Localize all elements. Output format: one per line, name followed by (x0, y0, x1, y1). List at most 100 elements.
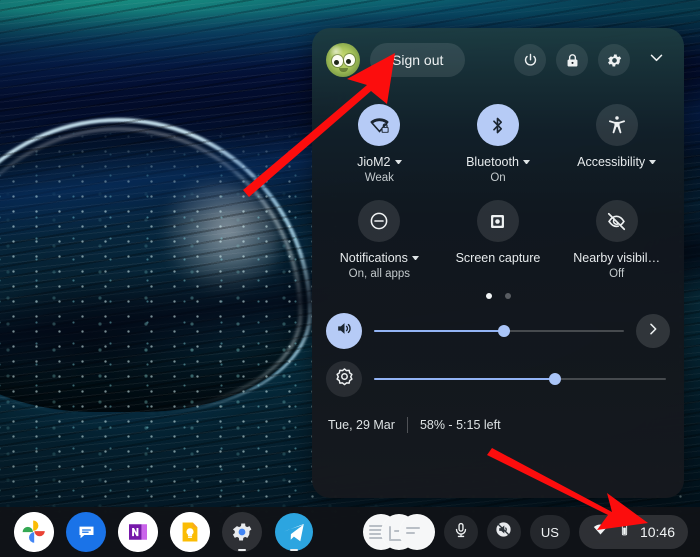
google-keep-icon (170, 512, 210, 552)
do-not-disturb-icon (368, 210, 390, 232)
quick-settings-panel: Sign out JioM2 Weak Bluetooth On Accessi… (312, 28, 684, 498)
tile-accessibility[interactable]: Accessibility (557, 102, 676, 184)
window-preview-stack[interactable] (362, 514, 435, 550)
next-page-button[interactable] (636, 314, 670, 348)
tile-screen-capture-label: Screen capture (455, 251, 541, 265)
volume-slider-fill (374, 330, 504, 332)
shelf-app-google-messages[interactable] (66, 512, 106, 552)
brightness-icon-button[interactable] (326, 361, 362, 397)
shelf-app-settings[interactable] (222, 512, 262, 552)
chevron-down-icon[interactable] (394, 160, 402, 164)
tile-nearby-visibility-sublabel: Off (609, 268, 625, 280)
settings-app-icon (222, 512, 262, 552)
status-tray-button[interactable]: 10:46 (578, 515, 688, 549)
lock-icon (564, 52, 581, 69)
tile-bluetooth[interactable]: Bluetooth On (439, 102, 558, 184)
sign-out-button[interactable]: Sign out (370, 43, 466, 77)
battery-status-label[interactable]: 58% - 5:15 left (420, 418, 501, 432)
chromeos-desktop: Sign out JioM2 Weak Bluetooth On Accessi… (0, 0, 700, 557)
screen-capture-icon (487, 211, 508, 232)
bluetooth-icon (487, 115, 508, 136)
feature-tiles-grid: JioM2 Weak Bluetooth On Accessibility No… (312, 92, 684, 280)
accessibility-icon (606, 114, 628, 136)
quick-settings-header: Sign out (312, 28, 684, 92)
tile-nearby-visibility[interactable]: Nearby visibil… Off (557, 198, 676, 280)
tile-notifications-label: Notifications (339, 251, 408, 265)
chevron-down-icon[interactable] (649, 160, 657, 164)
volume-slider-row (312, 307, 684, 355)
shelf-app-google-keep[interactable] (170, 512, 210, 552)
shelf-app-list (0, 512, 314, 552)
ime-button[interactable]: US (529, 515, 570, 549)
settings-button[interactable] (598, 44, 630, 76)
eye-off-icon (605, 210, 628, 233)
shelf-status-area: US 10:46 (362, 514, 700, 550)
sign-out-label: Sign out (392, 52, 444, 68)
shelf-app-microsoft-onenote[interactable] (118, 512, 158, 552)
avatar[interactable] (326, 43, 360, 77)
tile-network-icon-bg (358, 104, 401, 146)
window-preview-3[interactable] (398, 514, 435, 550)
tile-network-label: JioM2 (357, 155, 391, 169)
volume-muted-icon (494, 520, 513, 544)
volume-slider[interactable] (374, 321, 624, 341)
tile-notifications-label-row: Notifications (340, 251, 419, 265)
tile-bluetooth-label-row: Bluetooth (466, 155, 530, 169)
quick-settings-footer: Tue, 29 Mar 58% - 5:15 left (312, 403, 684, 433)
wifi-locked-icon (368, 114, 391, 137)
tile-network[interactable]: JioM2 Weak (320, 102, 439, 184)
pagination-dots (312, 293, 684, 299)
collapse-button[interactable] (642, 46, 670, 74)
tile-accessibility-label-row: Accessibility (577, 155, 657, 169)
tile-screen-capture-icon-bg (476, 200, 519, 242)
microsoft-onenote-icon (118, 512, 158, 552)
avatar-mouth (339, 68, 348, 72)
microphone-button[interactable] (443, 515, 478, 549)
wifi-icon (592, 521, 609, 543)
tile-network-sublabel: Weak (364, 172, 394, 184)
power-button[interactable] (514, 44, 546, 76)
avatar-pupil-left (334, 60, 339, 65)
footer-divider (406, 417, 408, 433)
tile-notifications-sublabel: On, all apps (348, 268, 411, 280)
tile-nearby-visibility-label-row: Nearby visibil… (573, 251, 660, 265)
shelf-app-google-photos[interactable] (14, 512, 54, 552)
volume-slider-thumb[interactable] (498, 325, 510, 337)
volume-up-icon (335, 319, 354, 343)
tile-accessibility-icon-bg (595, 104, 638, 146)
brightness-slider-thumb[interactable] (549, 373, 562, 385)
google-photos-icon (14, 512, 54, 552)
page-dot-1[interactable] (485, 293, 492, 299)
volume-toggle-button[interactable] (326, 313, 362, 349)
date-label[interactable]: Tue, 29 Mar (328, 418, 395, 432)
clock-label: 10:46 (639, 524, 675, 540)
brightness-slider[interactable] (374, 369, 666, 389)
tile-network-label-row: JioM2 (357, 155, 402, 169)
ime-label: US (540, 524, 559, 540)
lock-button[interactable] (556, 44, 588, 76)
app-running-indicator (238, 548, 246, 551)
shelf-app-telegram[interactable] (274, 512, 314, 552)
volume-button[interactable] (486, 515, 521, 549)
tile-notifications-icon-bg (358, 200, 401, 242)
tile-bluetooth-icon-bg (476, 104, 519, 146)
chevron-right-icon (645, 321, 661, 342)
microphone-icon (452, 521, 470, 544)
tile-bluetooth-sublabel: On (490, 172, 506, 184)
brightness-slider-row (312, 355, 684, 403)
gear-icon (606, 52, 623, 69)
tile-accessibility-label: Accessibility (577, 155, 646, 169)
tile-notifications[interactable]: Notifications On, all apps (320, 198, 439, 280)
chevron-down-icon[interactable] (522, 160, 530, 164)
telegram-icon (274, 512, 314, 552)
tile-nearby-visibility-label: Nearby visibil… (573, 251, 661, 265)
avatar-pupil-right (346, 59, 351, 64)
power-icon (522, 52, 539, 69)
tile-nearby-visibility-icon-bg (595, 200, 638, 242)
brightness-slider-fill (374, 378, 556, 380)
chevron-down-icon (648, 49, 665, 71)
app-running-indicator (290, 548, 298, 551)
page-dot-2[interactable] (504, 293, 511, 299)
tile-screen-capture[interactable]: Screen capture (439, 198, 558, 280)
chevron-down-icon[interactable] (411, 256, 419, 260)
